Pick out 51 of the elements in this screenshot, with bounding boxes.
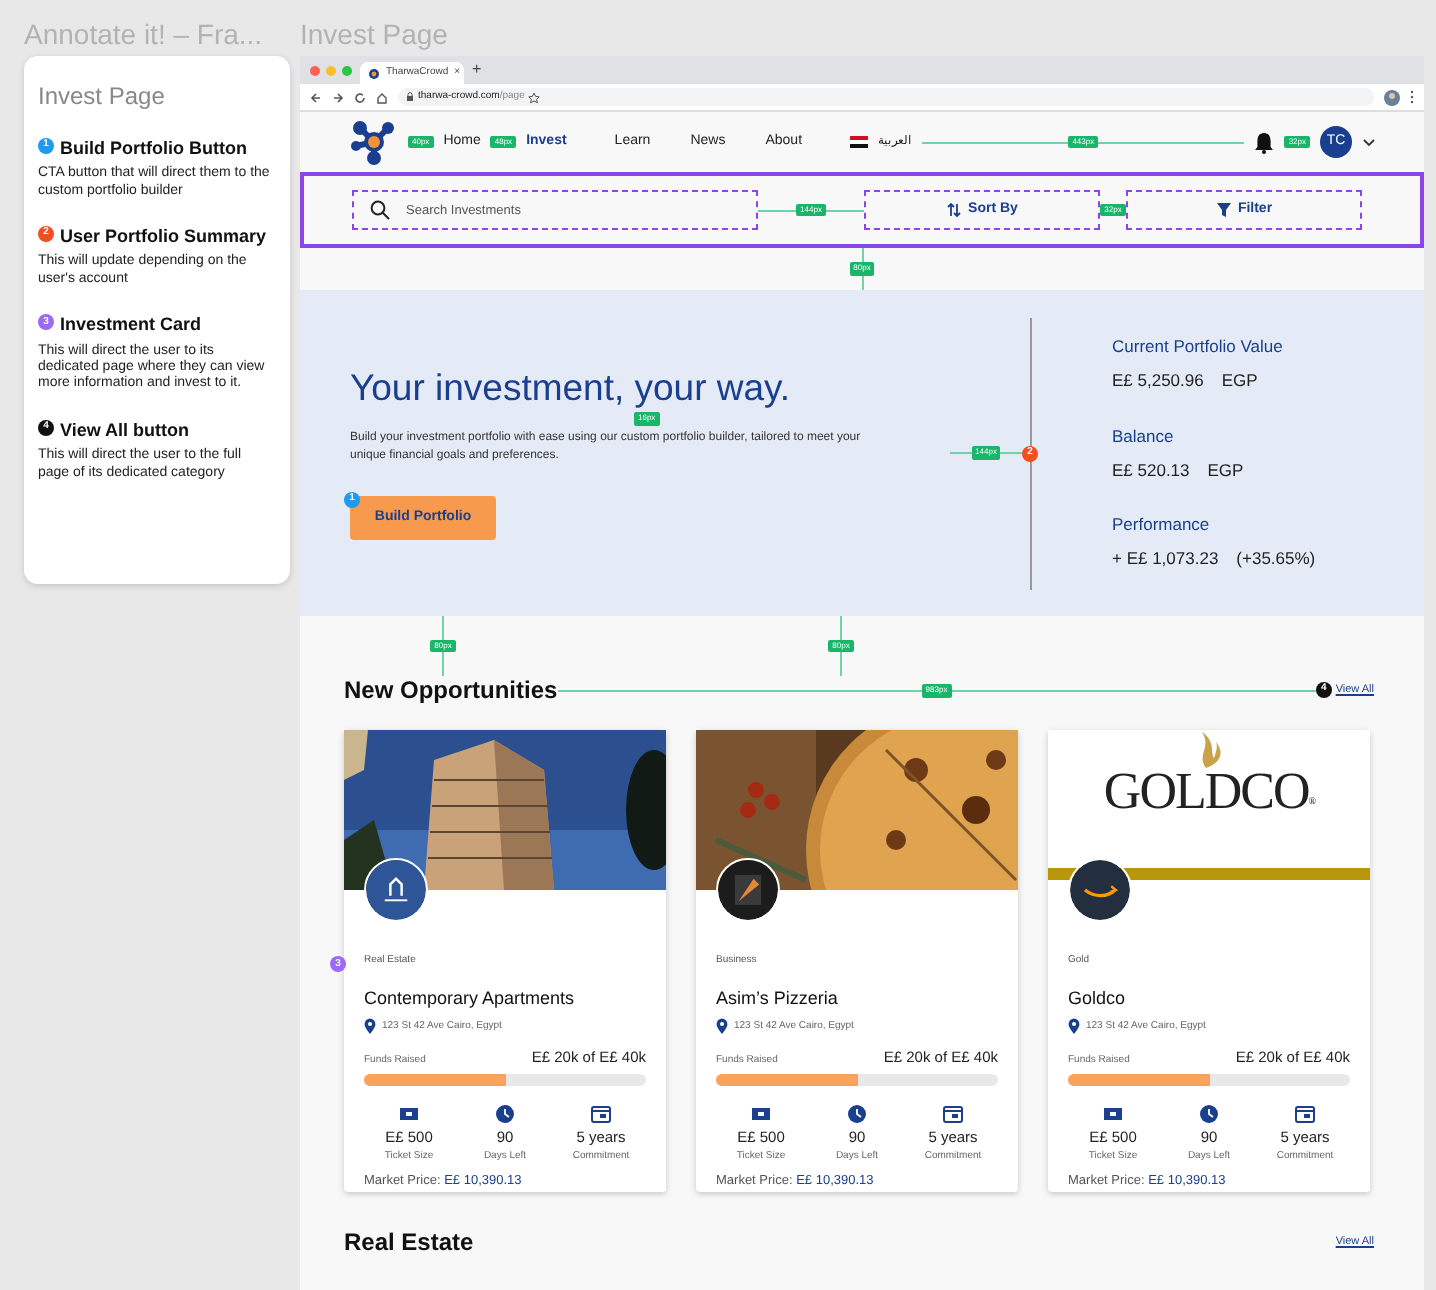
company-avatar-icon	[364, 858, 428, 923]
pin-icon	[716, 1018, 728, 1035]
section-title: Real Estate	[344, 1228, 474, 1258]
back-icon[interactable]	[310, 91, 322, 103]
calendar-icon	[1294, 1104, 1316, 1125]
ticket-icon	[398, 1104, 420, 1125]
new-tab-button[interactable]: +	[472, 58, 482, 82]
calendar-icon	[590, 1104, 612, 1125]
stat-unit: EGP	[1221, 368, 1258, 394]
bell-icon[interactable]	[1254, 131, 1275, 153]
chevron-down-icon[interactable]	[1362, 137, 1376, 147]
stat-label: Performance	[1112, 512, 1212, 538]
section-title: New Opportunities	[344, 676, 558, 705]
hero-title: Your investment, your way.	[350, 365, 793, 410]
star-icon[interactable]	[528, 91, 541, 103]
clock-icon	[846, 1104, 868, 1125]
search-icon	[370, 200, 390, 220]
company-avatar-icon	[1068, 858, 1132, 923]
pin-icon	[1068, 1018, 1080, 1035]
clock-icon	[494, 1104, 516, 1125]
stat-unit: (+35.65%)	[1236, 546, 1316, 572]
calendar-icon	[942, 1104, 964, 1125]
pin-icon	[364, 1018, 376, 1035]
sort-icon	[946, 202, 963, 218]
home-icon[interactable]	[376, 91, 388, 103]
clock-icon	[1198, 1104, 1220, 1125]
company-avatar-icon	[716, 858, 780, 923]
ticket-icon	[750, 1104, 772, 1125]
notes-title: Invest Page	[38, 80, 165, 114]
stat-label: Current Portfolio Value	[1112, 334, 1285, 360]
profile-icon[interactable]	[1384, 89, 1400, 105]
card-title: Contemporary Apartments	[364, 988, 577, 1011]
note-heading: Investment Card	[60, 314, 202, 336]
note-heading: Build Portfolio Button	[60, 138, 247, 159]
stat-value: + E£ 1,073.23	[1112, 546, 1219, 572]
site-icon	[368, 67, 380, 79]
stat-value: E£ 520.13	[1112, 457, 1190, 483]
card-title: Asim’s Pizzeria	[716, 988, 840, 1011]
stat-label: Balance	[1112, 423, 1176, 449]
note-heading: User Portfolio Summary	[60, 226, 267, 247]
card-title: Goldco	[1068, 988, 1128, 1011]
ticket-icon	[1102, 1104, 1124, 1125]
egypt-flag-icon	[850, 136, 869, 148]
stat-unit: EGP	[1207, 457, 1244, 483]
lock-icon	[406, 92, 414, 102]
funnel-icon	[1215, 202, 1232, 218]
reload-icon[interactable]	[354, 91, 366, 103]
note-heading: View All button	[60, 419, 189, 441]
forward-icon[interactable]	[332, 91, 344, 103]
stat-value: E£ 5,250.96	[1112, 368, 1204, 394]
logo-icon[interactable]	[350, 118, 398, 166]
